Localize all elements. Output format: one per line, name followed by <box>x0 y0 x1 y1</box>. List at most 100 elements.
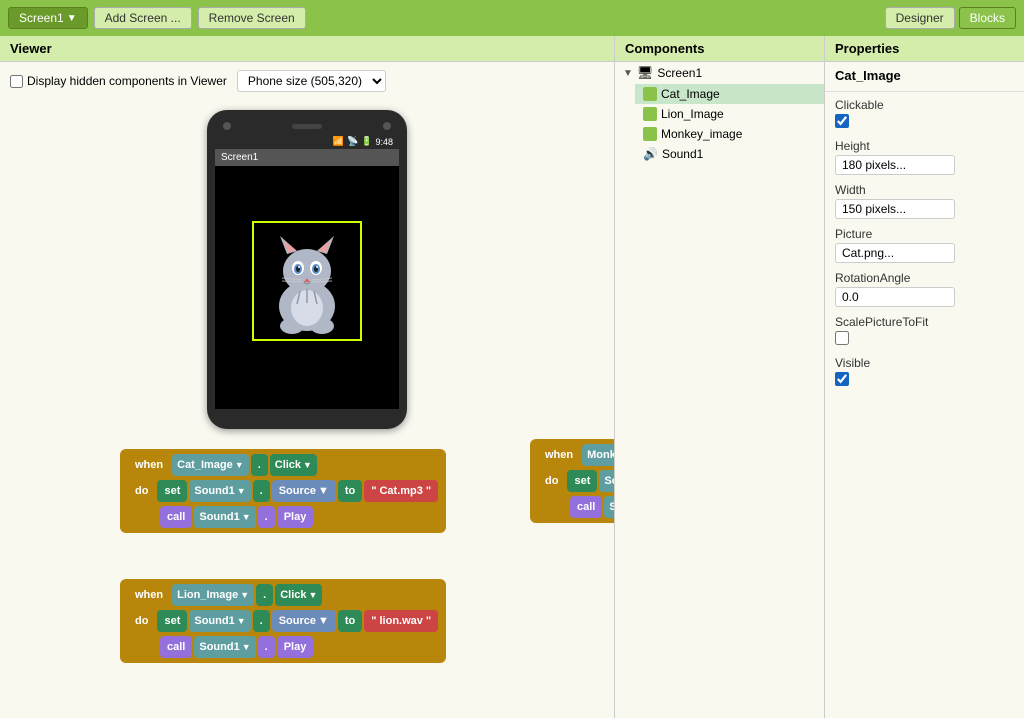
battery-icon: 🔋 <box>361 136 372 147</box>
display-hidden-checkbox[interactable] <box>10 75 23 88</box>
phone-screen: Screen1 <box>215 149 399 409</box>
viewer-header: Viewer <box>0 36 614 62</box>
width-input[interactable] <box>835 199 955 219</box>
scale-checkbox[interactable] <box>835 331 849 345</box>
screen1-button[interactable]: Screen1 ▼ <box>8 7 88 29</box>
set-keyword-lion: set <box>157 610 187 632</box>
prop-visible: Visible <box>825 352 1024 393</box>
prop-scale: ScalePictureToFit <box>825 311 1024 352</box>
display-hidden-label[interactable]: Display hidden components in Viewer <box>10 74 227 88</box>
rotation-input[interactable] <box>835 287 955 307</box>
sound1-call-lion-arrow: ▼ <box>242 642 251 652</box>
lion-image-dropdown[interactable]: Lion_Image ▼ <box>172 584 254 606</box>
clickable-checkbox[interactable] <box>835 114 849 128</box>
phone-mockup: 📶 📡 🔋 9:48 Screen1 <box>207 110 407 429</box>
picture-input[interactable] <box>835 243 955 263</box>
properties-header: Properties <box>825 36 1024 62</box>
add-screen-button[interactable]: Add Screen ... <box>94 7 192 29</box>
lion-event-dropdown[interactable]: Click ▼ <box>275 584 322 606</box>
sound1-call-lion-label: Sound1 <box>199 641 239 653</box>
sound1-monkey-label: Sound1 <box>604 475 615 487</box>
components-panel: Components ▼ 🖥 Screen1 Cat_Image Lion_Im… <box>615 36 825 718</box>
component-name-title: Cat_Image <box>825 62 1024 89</box>
sound1-tree-label: Sound1 <box>662 147 703 161</box>
when-keyword-monkey: when <box>538 444 580 466</box>
tree-screen1[interactable]: ▼ 🖥 Screen1 <box>615 62 824 84</box>
sound1-monkey-dropdown[interactable]: Sound1 ▼ <box>599 470 615 492</box>
block-row-call-lion: call Sound1 ▼ . Play <box>128 636 438 658</box>
screen1-icon: 🖥 <box>637 65 654 81</box>
call-keyword-cat: call <box>160 506 192 528</box>
cat-image-icon <box>643 87 657 101</box>
tree-monkey-image[interactable]: Monkey_image <box>635 124 824 144</box>
source-cat-dropdown[interactable]: Source ▼ <box>272 480 336 502</box>
lion-event-arrow: ▼ <box>309 590 318 600</box>
designer-button[interactable]: Designer <box>885 7 955 29</box>
cat-file-block: " Cat.mp3 " <box>364 480 438 502</box>
block-row-when-lion: when Lion_Image ▼ . Click ▼ <box>128 584 438 606</box>
block-row-call-cat: call Sound1 ▼ . Play <box>128 506 438 528</box>
screen1-tree-label: Screen1 <box>657 66 702 80</box>
source-lion-label: Source <box>279 615 316 627</box>
sound1-cat-label: Sound1 <box>194 485 234 497</box>
sound1-call-cat-dropdown[interactable]: Sound1 ▼ <box>194 506 255 528</box>
screen1-dropdown-arrow: ▼ <box>67 13 77 24</box>
phone-top <box>215 122 399 134</box>
block-row-do-lion: do set Sound1 ▼ . Source ▼ to " lion.wav… <box>128 610 438 632</box>
prop-rotation: RotationAngle <box>825 267 1024 311</box>
phone-size-select[interactable]: Phone size (505,320) <box>237 70 386 92</box>
lion-image-tree-label: Lion_Image <box>661 107 724 121</box>
cat-event-dropdown[interactable]: Click ▼ <box>270 454 317 476</box>
source-lion-dropdown[interactable]: Source ▼ <box>272 610 336 632</box>
cat-image <box>262 226 352 336</box>
prop-clickable: Clickable <box>825 94 1024 135</box>
components-header: Components <box>615 36 824 62</box>
call-keyword-monkey: call <box>570 496 602 518</box>
cat-image-dropdown[interactable]: Cat_Image ▼ <box>172 454 249 476</box>
source-cat-arrow: ▼ <box>318 485 329 497</box>
do-keyword-lion: do <box>128 610 155 632</box>
phone-speaker <box>292 124 322 129</box>
block-row-do-cat: do set Sound1 ▼ . Source ▼ to " Cat.mp3 … <box>128 480 438 502</box>
cat-event-arrow: ▼ <box>303 460 312 470</box>
phone-container: 📶 📡 🔋 9:48 Screen1 <box>0 100 614 439</box>
block-row-do-monkey: do set Sound1 ▼ . Source ▼ to " monkey.w… <box>538 470 615 492</box>
collapse-arrow-screen1[interactable]: ▼ <box>623 68 633 79</box>
sound1-cat-dropdown[interactable]: Sound1 ▼ <box>189 480 250 502</box>
to-keyword-lion: to <box>338 610 362 632</box>
viewer-controls: Display hidden components in Viewer Phon… <box>0 62 614 100</box>
to-keyword: to <box>338 480 362 502</box>
dot-sep: . <box>253 480 270 502</box>
block-group-cat: when Cat_Image ▼ . Click ▼ do set <box>120 449 446 533</box>
blocks-area: when Cat_Image ▼ . Click ▼ do set <box>0 439 614 718</box>
sound1-call-lion-dropdown[interactable]: Sound1 ▼ <box>194 636 255 658</box>
sound1-call-monkey-dropdown[interactable]: Sound1 ▼ <box>604 496 615 518</box>
view-toggle: Designer Blocks <box>885 7 1016 29</box>
display-hidden-text: Display hidden components in Viewer <box>27 74 227 88</box>
sound1-lion-arrow: ▼ <box>237 616 246 626</box>
blocks-button[interactable]: Blocks <box>959 7 1016 29</box>
tree-lion-image[interactable]: Lion_Image <box>635 104 824 124</box>
do-keyword-monkey: do <box>538 470 565 492</box>
remove-screen-button[interactable]: Remove Screen <box>198 7 306 29</box>
topbar: Screen1 ▼ Add Screen ... Remove Screen D… <box>0 0 1024 36</box>
tree-cat-image[interactable]: Cat_Image <box>635 84 824 104</box>
screen-content <box>215 166 399 396</box>
set-keyword: set <box>157 480 187 502</box>
height-input[interactable] <box>835 155 955 175</box>
monkey-image-label: Monkey_image <box>587 449 615 461</box>
block-row-call-monkey: call Sound1 ▼ . Play <box>538 496 615 518</box>
source-cat-label: Source <box>279 485 316 497</box>
properties-panel: Properties Cat_Image Clickable Height Wi… <box>825 36 1024 718</box>
prop-width: Width <box>825 179 1024 223</box>
lion-event-label: Click <box>280 589 306 601</box>
tree-sound1[interactable]: 🔊 Sound1 <box>635 144 824 164</box>
sound1-lion-dropdown[interactable]: Sound1 ▼ <box>189 610 250 632</box>
monkey-image-dropdown[interactable]: Monkey_image ▼ <box>582 444 615 466</box>
visible-checkbox[interactable] <box>835 372 849 386</box>
phone-status-bar: 📶 📡 🔋 9:48 <box>215 134 399 149</box>
cat-dropdown-arrow: ▼ <box>235 460 244 470</box>
monkey-image-icon <box>643 127 657 141</box>
lion-dot-call: . <box>258 636 275 658</box>
sound1-call-cat-arrow: ▼ <box>242 512 251 522</box>
